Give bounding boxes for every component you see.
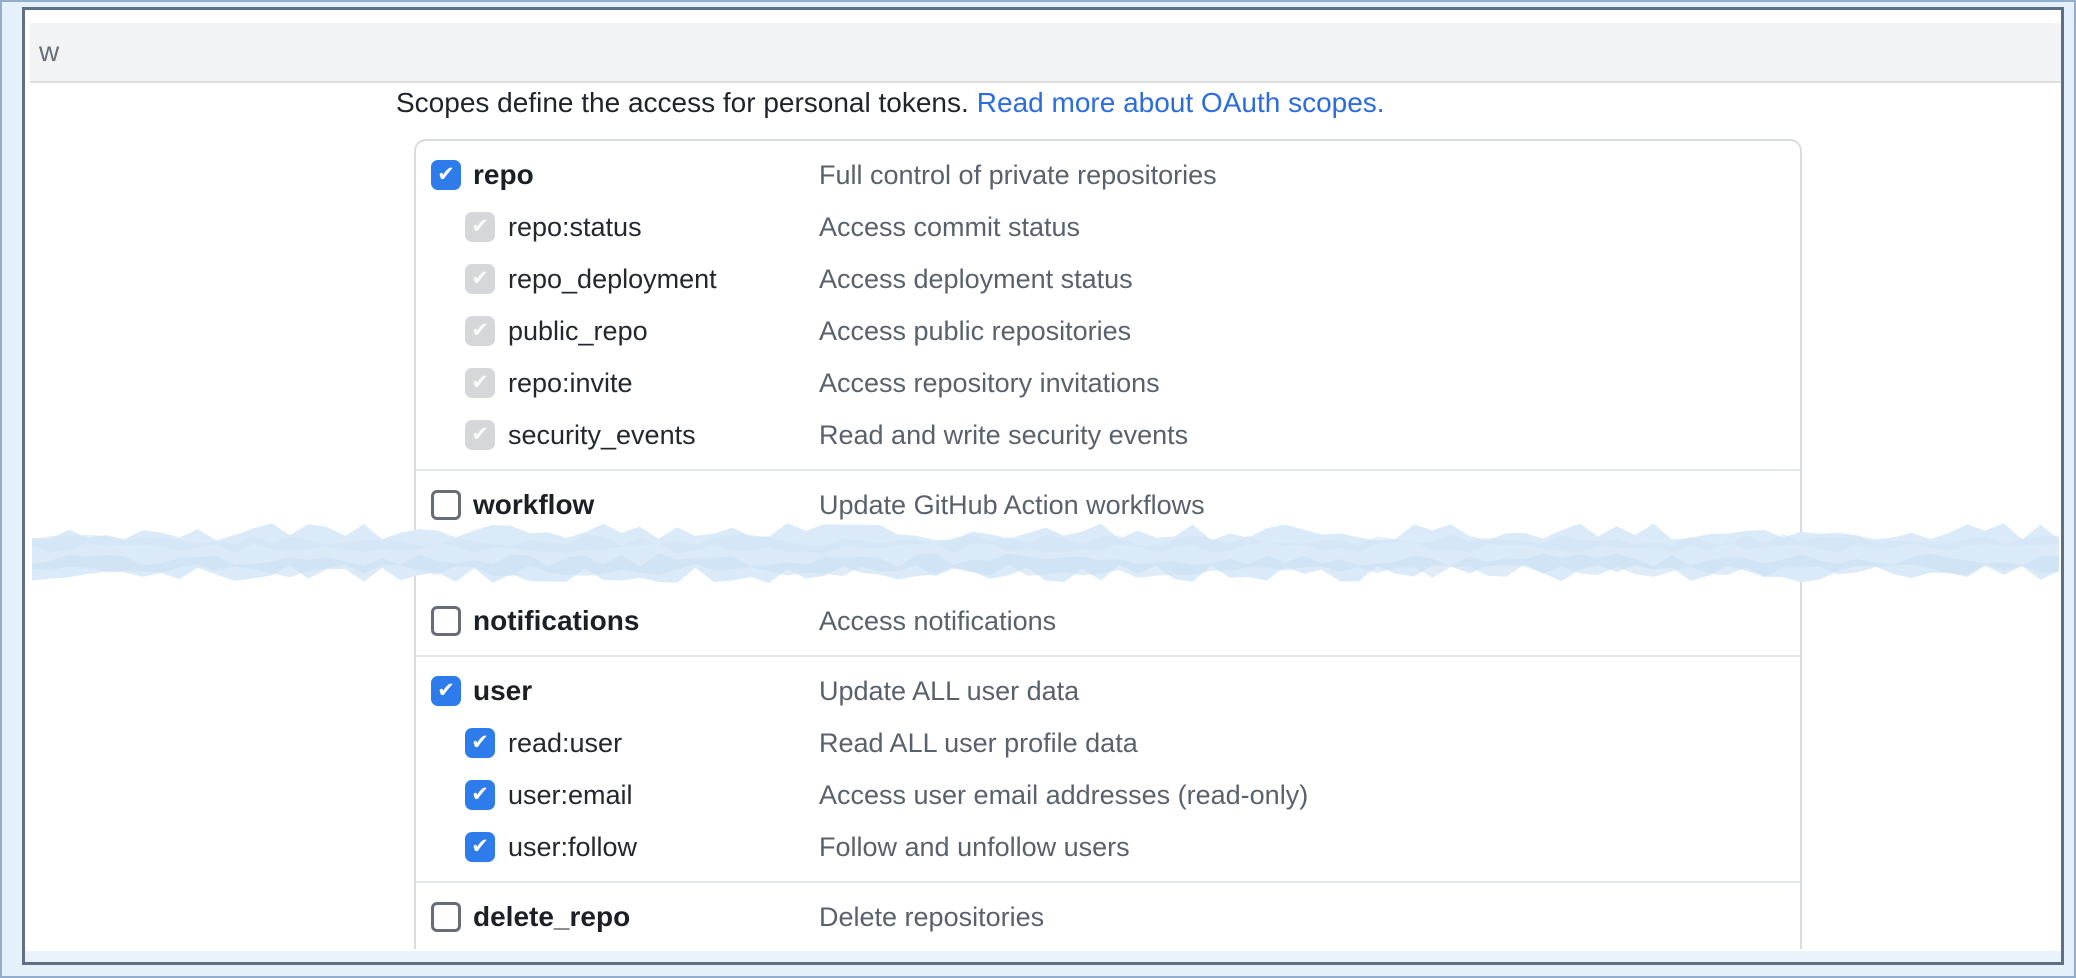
scope-row-repo: repo Full control of private repositories: [416, 149, 1800, 201]
scope-row-notifications: notifications Access notifications: [416, 595, 1800, 647]
scope-name-repo-deployment: repo_deployment: [508, 264, 717, 295]
scope-description-user: Update ALL user data: [819, 676, 1079, 707]
delete-repo-checkbox[interactable]: [431, 902, 461, 932]
header-bar: w: [30, 23, 2061, 83]
repo-deployment-checkbox: [465, 264, 495, 294]
scope-name-repo[interactable]: repo: [473, 159, 534, 191]
scope-row-user: user Update ALL user data: [416, 665, 1800, 717]
user-follow-checkbox[interactable]: [465, 832, 495, 862]
user-checkbox[interactable]: [431, 676, 461, 706]
scope-name-user-follow[interactable]: user:follow: [508, 832, 637, 863]
screenshot-canvas: w Scopes define the access for personal …: [0, 0, 2076, 978]
scope-row-repo-deployment: repo_deployment Access deployment status: [416, 253, 1800, 305]
scope-name-delete-repo[interactable]: delete_repo: [473, 901, 630, 933]
scope-row-public-repo: public_repo Access public repositories: [416, 305, 1800, 357]
public-repo-checkbox: [465, 316, 495, 346]
scopes-intro: Scopes define the access for personal to…: [396, 86, 1385, 120]
scope-row-delete-repo: delete_repo Delete repositories: [416, 891, 1800, 943]
scope-name-user-email[interactable]: user:email: [508, 780, 633, 811]
scope-name-repo-status: repo:status: [508, 212, 642, 243]
scope-name-read-user[interactable]: read:user: [508, 728, 622, 759]
scope-group: repo Full control of private repositories…: [416, 141, 1800, 469]
scope-name-notifications[interactable]: notifications: [473, 605, 639, 637]
scope-description-repo-invite: Access repository invitations: [819, 368, 1160, 399]
oauth-scopes-link[interactable]: Read more about OAuth scopes.: [977, 87, 1385, 118]
repo-checkbox[interactable]: [431, 160, 461, 190]
scope-description-repo-deployment: Access deployment status: [819, 264, 1133, 295]
scope-description-repo: Full control of private repositories: [819, 160, 1217, 191]
scope-description-security-events: Read and write security events: [819, 420, 1188, 451]
scope-row-security-events: security_events Read and write security e…: [416, 409, 1800, 461]
scope-description-notifications: Access notifications: [819, 606, 1056, 637]
scope-description-public-repo: Access public repositories: [819, 316, 1131, 347]
scope-row-repo-status: repo:status Access commit status: [416, 201, 1800, 253]
repo-invite-checkbox: [465, 368, 495, 398]
scope-description-delete-repo: Delete repositories: [819, 902, 1044, 933]
scope-group: delete_repo Delete repositories: [416, 881, 1800, 949]
header-text: w: [39, 36, 59, 68]
scope-name-user[interactable]: user: [473, 675, 532, 707]
security-events-checkbox: [465, 420, 495, 450]
scope-name-security-events: security_events: [508, 420, 696, 451]
scope-name-public-repo: public_repo: [508, 316, 648, 347]
repo-status-checkbox: [465, 212, 495, 242]
scope-description-user-email: Access user email addresses (read-only): [819, 780, 1308, 811]
torn-screenshot-gap: [32, 514, 2059, 592]
scope-name-repo-invite: repo:invite: [508, 368, 633, 399]
app-window: w Scopes define the access for personal …: [22, 7, 2064, 965]
scope-description-repo-status: Access commit status: [819, 212, 1080, 243]
window-bottom-strip: [25, 951, 2061, 962]
scope-group: user Update ALL user data read:user Read AL…: [416, 655, 1800, 881]
scope-row-repo-invite: repo:invite Access repository invitations: [416, 357, 1800, 409]
scope-group: notifications Access notifications: [416, 587, 1800, 655]
scope-row-user-follow: user:follow Follow and unfollow users: [416, 821, 1800, 873]
scope-description-read-user: Read ALL user profile data: [819, 728, 1138, 759]
read-user-checkbox[interactable]: [465, 728, 495, 758]
scope-row-read-user: read:user Read ALL user profile data: [416, 717, 1800, 769]
scope-description-user-follow: Follow and unfollow users: [819, 832, 1130, 863]
intro-text: Scopes define the access for personal to…: [396, 87, 969, 118]
user-email-checkbox[interactable]: [465, 780, 495, 810]
scope-row-user-email: user:email Access user email addresses (r…: [416, 769, 1800, 821]
notifications-checkbox[interactable]: [431, 606, 461, 636]
